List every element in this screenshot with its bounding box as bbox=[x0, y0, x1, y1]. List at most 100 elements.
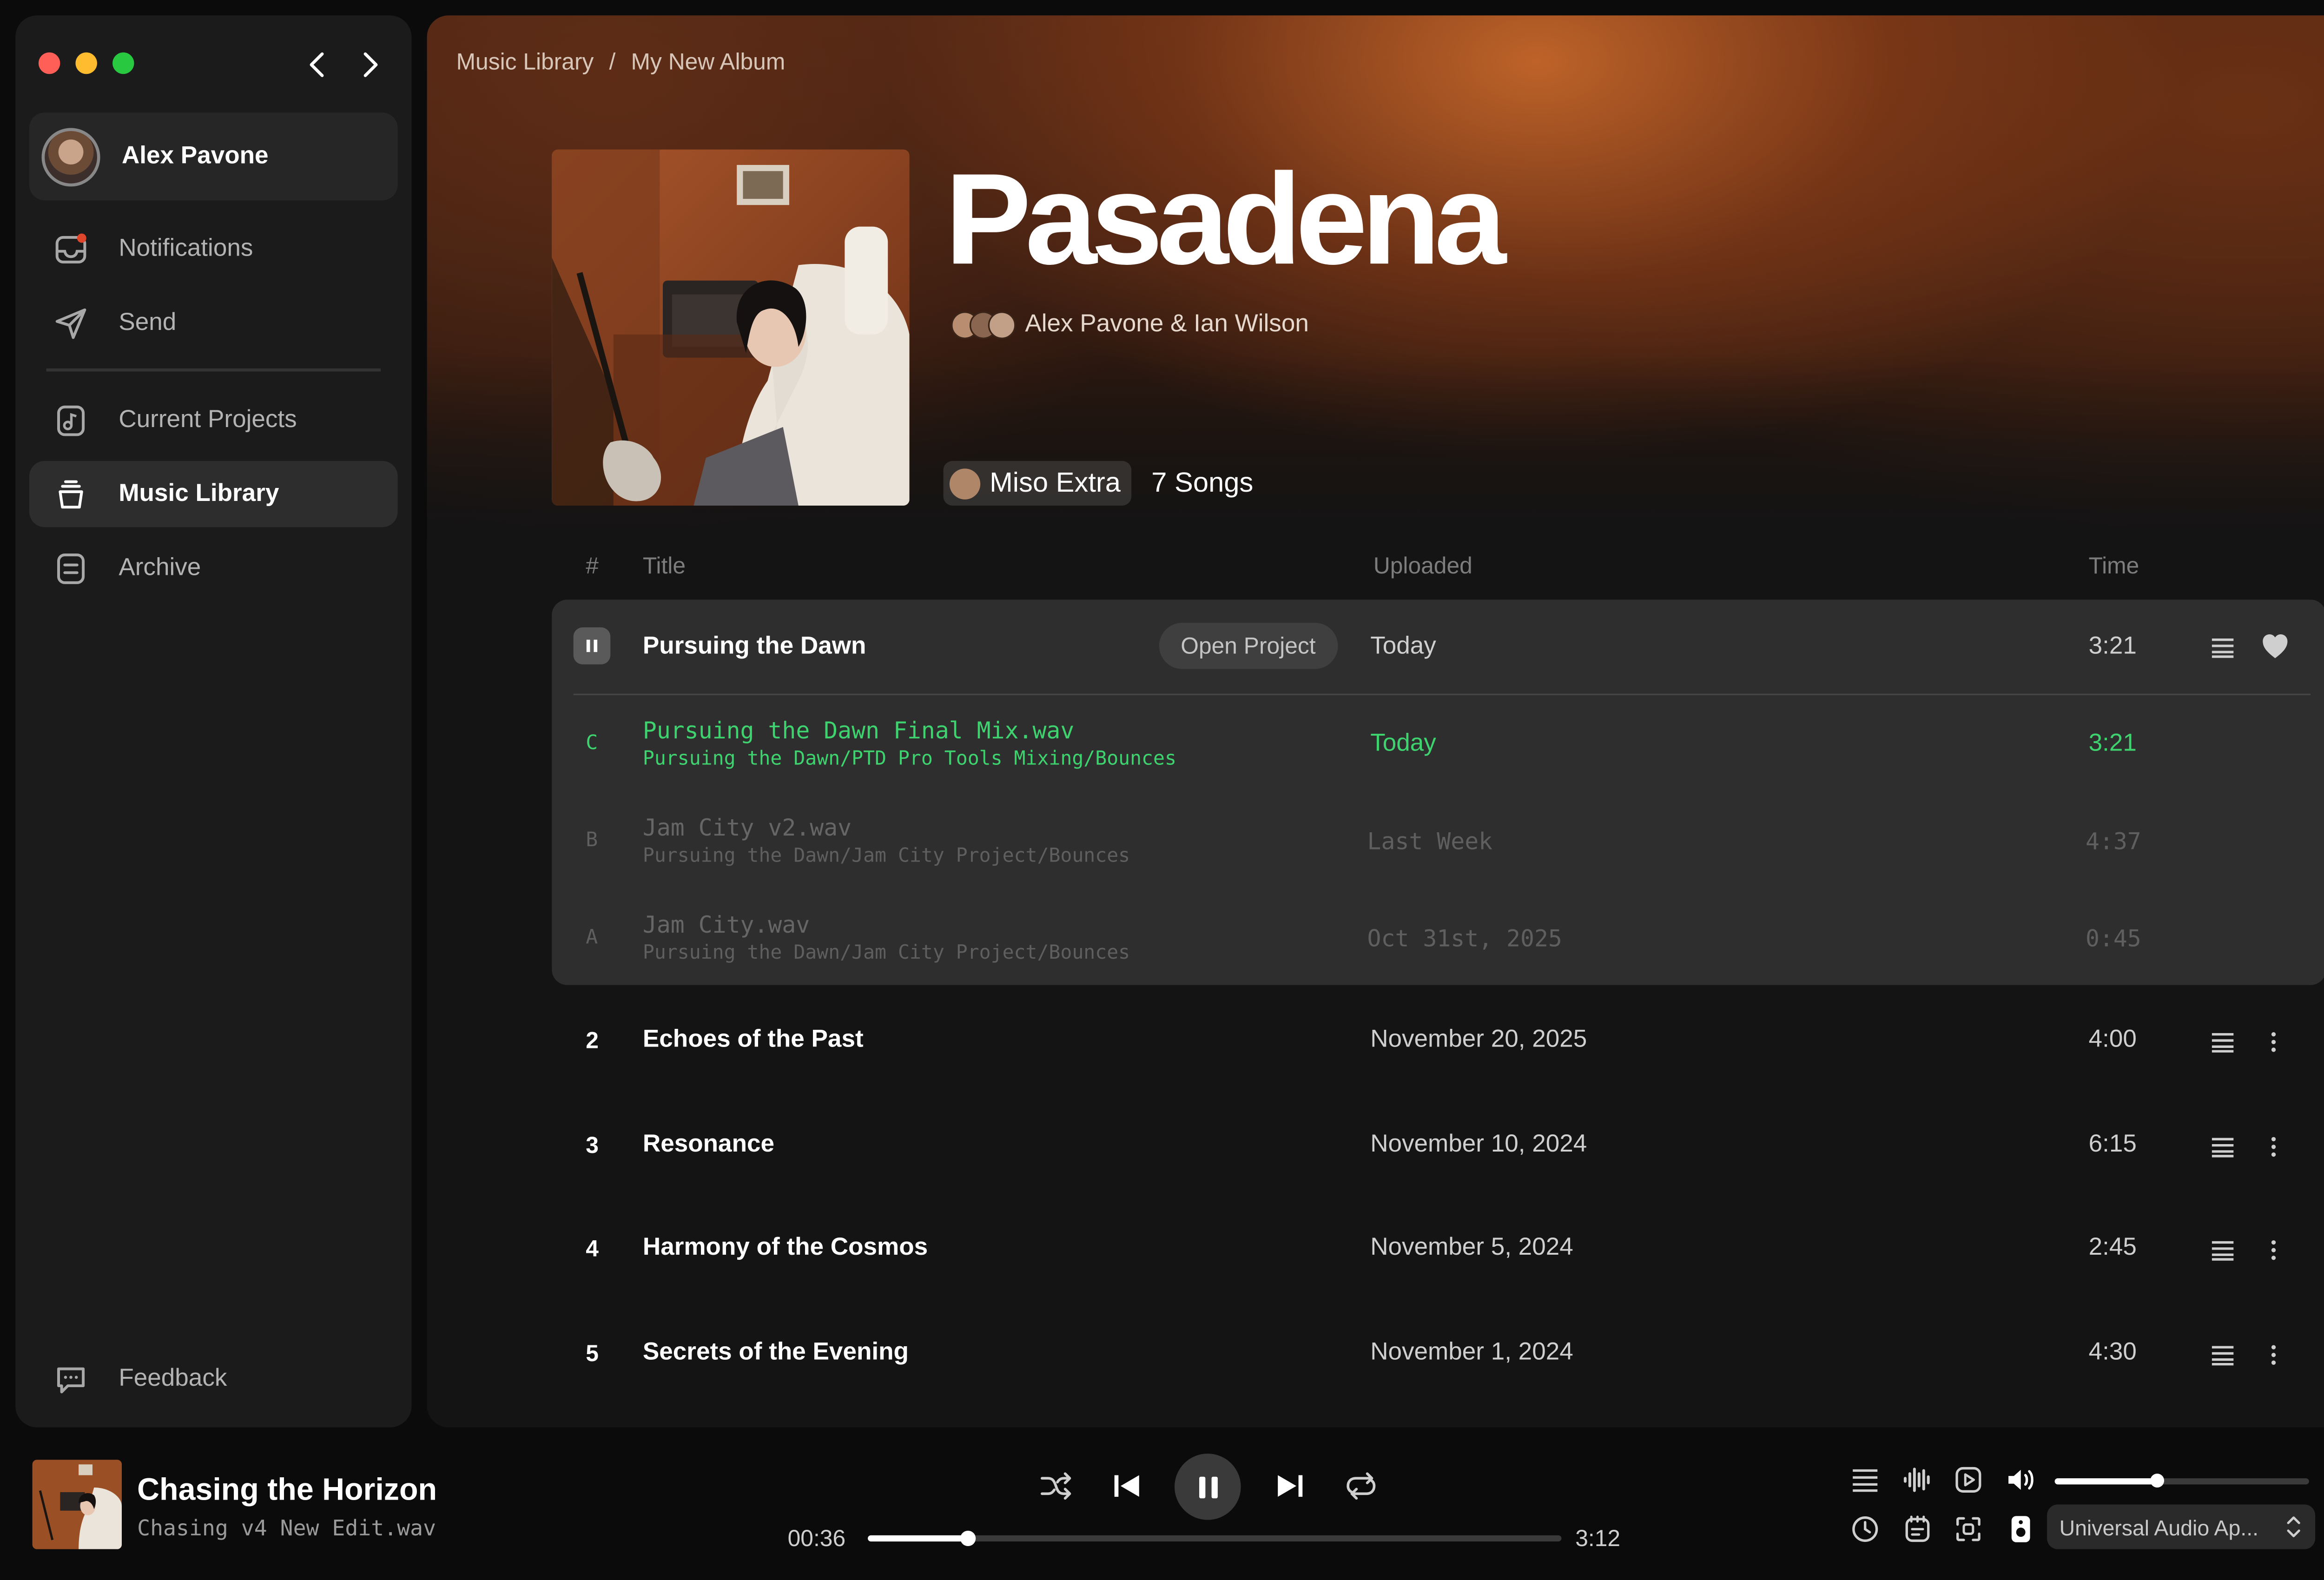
column-header-title[interactable]: Title bbox=[643, 553, 686, 579]
progress-handle[interactable] bbox=[960, 1530, 977, 1547]
version-file[interactable]: Pursuing the Dawn Final Mix.wav bbox=[643, 717, 1074, 744]
version-letter: A bbox=[586, 926, 598, 950]
select-chevrons-icon bbox=[2284, 1514, 2303, 1540]
track-title[interactable]: Harmony of the Cosmos bbox=[643, 1235, 928, 1263]
row-divider bbox=[573, 693, 2311, 696]
workspace-tag[interactable]: Miso Extra bbox=[943, 461, 1132, 506]
track-number: 2 bbox=[586, 1028, 599, 1054]
main-panel: Music Library / My New Album Pasadena Al… bbox=[427, 15, 2324, 1428]
favorite-heart-icon[interactable] bbox=[2260, 631, 2291, 661]
sidebar-item-archive[interactable]: Archive bbox=[29, 535, 398, 601]
audio-device-select[interactable]: Universal Audio Ap... bbox=[2047, 1504, 2316, 1549]
song-count: 7 Songs bbox=[1151, 467, 1254, 498]
column-header-time[interactable]: Time bbox=[2089, 553, 2139, 579]
notes-icon[interactable] bbox=[1902, 1514, 1933, 1544]
sidebar-item-label: Send bbox=[119, 309, 177, 336]
now-playing-file: Chasing v4 New Edit.wav bbox=[137, 1517, 436, 1542]
artist-avatar bbox=[988, 311, 1016, 339]
volume-speaker-icon[interactable] bbox=[2006, 1464, 2036, 1495]
queue-list-icon[interactable] bbox=[1850, 1464, 1881, 1495]
library-stack-icon bbox=[53, 475, 90, 513]
track-title[interactable]: Resonance bbox=[643, 1132, 774, 1159]
sidebar-item-current-projects[interactable]: Current Projects bbox=[29, 387, 398, 454]
repeat-icon[interactable] bbox=[1342, 1468, 1380, 1505]
video-player-icon[interactable] bbox=[1953, 1464, 1984, 1495]
album-cover bbox=[552, 149, 910, 506]
album-title: Pasadena bbox=[944, 146, 1506, 291]
progress-bar[interactable] bbox=[868, 1530, 1562, 1547]
chat-bubble-icon bbox=[53, 1360, 90, 1397]
now-playing-title[interactable]: Chasing the Horizon bbox=[137, 1474, 437, 1509]
track-time: 2:45 bbox=[2088, 1234, 2137, 1261]
history-nav bbox=[302, 49, 385, 80]
table-row[interactable]: 2 Echoes of the Past November 20, 2025 4… bbox=[552, 1003, 2324, 1080]
sidebar-item-feedback[interactable]: Feedback bbox=[29, 1346, 398, 1412]
screen-capture-icon[interactable] bbox=[1953, 1514, 1984, 1544]
track-title[interactable]: Echoes of the Past bbox=[643, 1027, 864, 1054]
progress-fill bbox=[868, 1535, 969, 1542]
volume-handle[interactable] bbox=[2150, 1474, 2165, 1488]
track-title[interactable]: Pursuing the Dawn bbox=[643, 633, 866, 661]
version-time: 0:45 bbox=[2085, 925, 2141, 953]
sidebar-divider bbox=[46, 368, 381, 372]
version-letter: B bbox=[586, 829, 598, 853]
avatar bbox=[41, 127, 100, 186]
column-header-number: # bbox=[586, 553, 599, 580]
total-duration: 3:12 bbox=[1575, 1526, 1621, 1553]
archive-icon bbox=[53, 550, 90, 587]
minimize-window-button[interactable] bbox=[75, 52, 97, 74]
more-options-icon[interactable] bbox=[2263, 1341, 2284, 1369]
sidebar-item-send[interactable]: Send bbox=[29, 290, 398, 356]
album-artists[interactable]: Alex Pavone & Ian Wilson bbox=[951, 311, 1309, 339]
profile-card[interactable]: Alex Pavone bbox=[29, 112, 398, 201]
inbox-icon bbox=[53, 230, 90, 268]
versions-list-icon[interactable] bbox=[2209, 633, 2237, 661]
sidebar-item-notifications[interactable]: Notifications bbox=[29, 216, 398, 282]
versions-list-icon[interactable] bbox=[2209, 1133, 2237, 1161]
maximize-window-button[interactable] bbox=[112, 52, 134, 74]
table-row[interactable]: 3 Resonance November 10, 2024 6:15 bbox=[552, 1108, 2324, 1185]
volume-slider[interactable] bbox=[2054, 1474, 2309, 1488]
version-file[interactable]: Jam City.wav bbox=[643, 911, 810, 939]
play-pause-button[interactable] bbox=[1175, 1454, 1241, 1520]
history-clock-icon[interactable] bbox=[1850, 1514, 1881, 1544]
track-number: 3 bbox=[586, 1133, 599, 1159]
next-track-icon[interactable] bbox=[1272, 1468, 1309, 1505]
now-playing-cover[interactable] bbox=[32, 1460, 122, 1549]
more-options-icon[interactable] bbox=[2263, 1236, 2284, 1264]
open-project-button[interactable]: Open Project bbox=[1159, 623, 1338, 669]
track-title[interactable]: Secrets of the Evening bbox=[643, 1340, 909, 1368]
versions-list-icon[interactable] bbox=[2209, 1028, 2237, 1056]
volume-fill bbox=[2054, 1478, 2157, 1485]
waveform-icon[interactable] bbox=[1902, 1464, 1933, 1495]
sidebar: Alex Pavone Notifications Send Current P… bbox=[15, 15, 412, 1428]
tag-label: Miso Extra bbox=[990, 467, 1121, 498]
versions-list-icon[interactable] bbox=[2209, 1236, 2237, 1264]
version-time: 3:21 bbox=[2088, 731, 2137, 757]
output-speaker-icon[interactable] bbox=[2006, 1514, 2036, 1544]
track-uploaded: November 1, 2024 bbox=[1370, 1339, 1573, 1366]
sidebar-item-music-library[interactable]: Music Library bbox=[29, 461, 398, 527]
back-chevron-icon[interactable] bbox=[302, 49, 333, 80]
previous-track-icon[interactable] bbox=[1108, 1468, 1145, 1505]
breadcrumb-root[interactable]: Music Library bbox=[456, 49, 594, 75]
breadcrumb-current: My New Album bbox=[631, 49, 786, 76]
app-window: Alex Pavone Notifications Send Current P… bbox=[0, 0, 2324, 1580]
shuffle-icon[interactable] bbox=[1037, 1468, 1075, 1505]
table-row[interactable]: 4 Harmony of the Cosmos November 5, 2024… bbox=[552, 1211, 2324, 1289]
more-options-icon[interactable] bbox=[2263, 1133, 2284, 1161]
version-file[interactable]: Jam City v2.wav bbox=[643, 814, 852, 842]
table-row[interactable]: 5 Secrets of the Evening November 1, 202… bbox=[552, 1317, 2324, 1394]
version-uploaded: Today bbox=[1370, 731, 1436, 757]
pause-track-button[interactable] bbox=[573, 627, 611, 665]
more-options-icon[interactable] bbox=[2263, 1028, 2284, 1056]
elapsed-time: 00:36 bbox=[787, 1526, 846, 1553]
versions-list-icon[interactable] bbox=[2209, 1341, 2237, 1369]
sidebar-item-label: Notifications bbox=[119, 235, 253, 262]
close-window-button[interactable] bbox=[38, 52, 60, 74]
window-controls bbox=[38, 52, 134, 74]
version-time: 4:37 bbox=[2085, 828, 2141, 856]
column-header-uploaded[interactable]: Uploaded bbox=[1373, 553, 1472, 579]
forward-chevron-icon[interactable] bbox=[355, 49, 385, 80]
track-uploaded: November 20, 2025 bbox=[1370, 1027, 1587, 1053]
